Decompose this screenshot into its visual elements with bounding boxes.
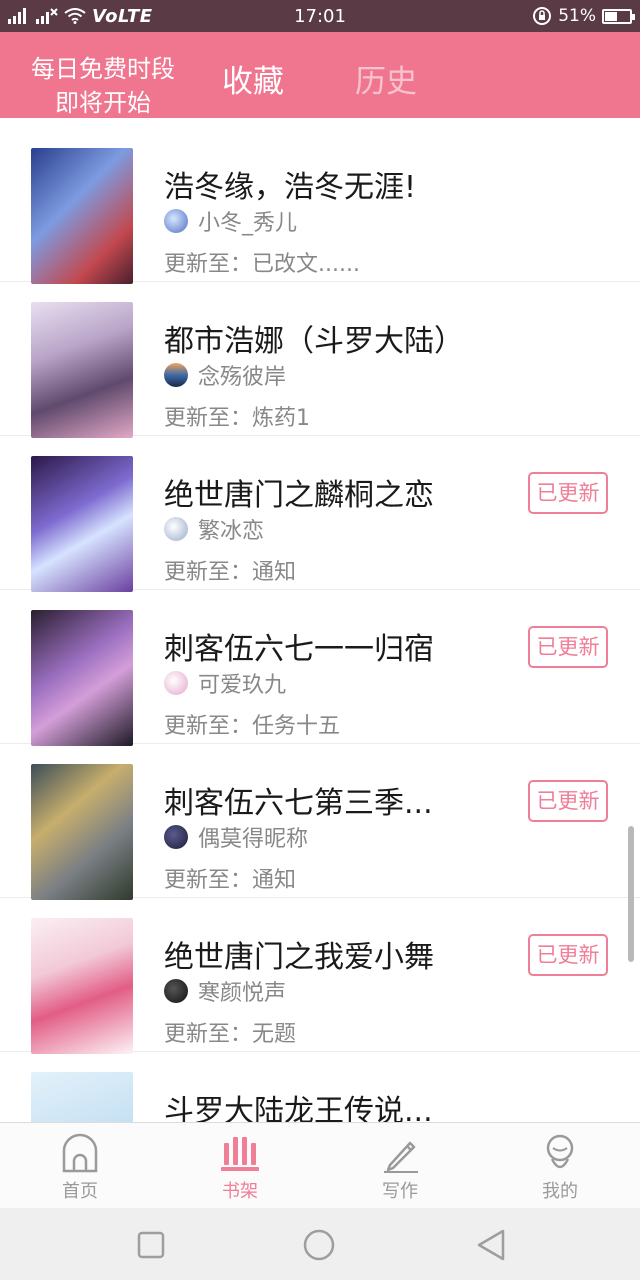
tab-bookshelf-label: 书架 xyxy=(222,1181,258,1202)
author-avatar xyxy=(164,517,188,541)
author-row: 繁冰恋 xyxy=(164,516,265,544)
updated-badge[interactable]: 已更新 xyxy=(528,626,608,668)
tab-mine-label: 我的 xyxy=(542,1181,578,1202)
nav-home-button[interactable] xyxy=(302,1228,336,1262)
latest-update: 更新至：通知 xyxy=(164,560,297,585)
tab-write[interactable]: 写作 xyxy=(320,1123,480,1209)
latest-update: 更新至：无题 xyxy=(164,1022,297,1047)
book-title: 刺客伍六七第三季... xyxy=(164,786,433,821)
book-cover xyxy=(31,1072,133,1122)
book-title: 斗罗大陆龙王传说... xyxy=(164,1094,433,1122)
tab-home[interactable]: 首页 xyxy=(0,1123,160,1209)
free-time-promo[interactable]: 每日免费时段 即将开始 xyxy=(22,52,184,120)
author-avatar xyxy=(164,209,188,233)
bottom-tab-bar: 首页 书架 写作 我的 xyxy=(0,1122,640,1208)
latest-update: 更新至：炼药1 xyxy=(164,406,310,431)
author-name: 寒颜悦声 xyxy=(198,981,287,1006)
triangle-back-icon xyxy=(477,1229,505,1261)
battery-fill xyxy=(605,11,617,21)
updated-badge[interactable]: 已更新 xyxy=(528,780,608,822)
tab-history[interactable]: 历史 xyxy=(355,56,417,101)
tab-mine[interactable]: 我的 xyxy=(480,1123,640,1209)
book-item[interactable]: 绝世唐门之麟桐之恋 繁冰恋 更新至：通知 已更新 xyxy=(0,436,640,592)
author-name: 偶莫得昵称 xyxy=(198,827,309,852)
battery-percent: 51% xyxy=(558,6,596,26)
updated-badge[interactable]: 已更新 xyxy=(528,472,608,514)
book-item[interactable]: 浩冬缘，浩冬无涯! 小冬_秀儿 更新至：已改文...... xyxy=(0,128,640,284)
author-row: 可爱玖九 xyxy=(164,670,287,698)
author-name: 念殇彼岸 xyxy=(198,365,287,390)
list-scrollbar[interactable] xyxy=(628,826,634,962)
book-item[interactable]: 都市浩娜（斗罗大陆） 念殇彼岸 更新至：炼药1 xyxy=(0,282,640,438)
book-cover xyxy=(31,918,133,1054)
book-cover xyxy=(31,610,133,746)
book-title: 浩冬缘，浩冬无涯! xyxy=(164,170,417,205)
author-row: 念殇彼岸 xyxy=(164,362,287,390)
tab-bookshelf[interactable]: 书架 xyxy=(160,1123,320,1209)
book-item[interactable]: 刺客伍六七一一归宿 可爱玖九 更新至：任务十五 已更新 xyxy=(0,590,640,746)
tab-favorites[interactable]: 收藏 xyxy=(222,56,284,101)
author-name: 可爱玖九 xyxy=(198,673,287,698)
pencil-icon xyxy=(384,1141,418,1173)
nav-back-button[interactable] xyxy=(474,1228,508,1262)
author-name: 繁冰恋 xyxy=(198,519,265,544)
latest-update: 更新至：已改文...... xyxy=(164,252,360,277)
nav-recent-button[interactable] xyxy=(134,1228,168,1262)
book-cover xyxy=(31,148,133,284)
battery-icon xyxy=(602,8,635,24)
tab-write-label: 写作 xyxy=(382,1181,418,1202)
author-avatar xyxy=(164,979,188,1003)
latest-update: 更新至：通知 xyxy=(164,868,297,893)
status-right-group: 51% xyxy=(532,5,635,27)
author-row: 小冬_秀儿 xyxy=(164,208,298,236)
tab-home-label: 首页 xyxy=(62,1181,98,1202)
updated-badge[interactable]: 已更新 xyxy=(528,934,608,976)
book-title: 绝世唐门之我爱小舞 xyxy=(164,940,434,975)
promo-line-2: 即将开始 xyxy=(55,89,151,117)
square-icon xyxy=(137,1231,165,1259)
book-item[interactable]: 斗罗大陆龙王传说... xyxy=(0,1052,640,1122)
book-title: 都市浩娜（斗罗大陆） xyxy=(164,324,464,359)
book-item[interactable]: 刺客伍六七第三季... 偶莫得昵称 更新至：通知 已更新 xyxy=(0,744,640,900)
author-avatar xyxy=(164,671,188,695)
circle-icon xyxy=(303,1229,335,1261)
book-item[interactable]: 绝世唐门之我爱小舞 寒颜悦声 更新至：无题 已更新 xyxy=(0,898,640,1054)
book-cover xyxy=(31,456,133,592)
promo-line-1: 每日免费时段 xyxy=(31,55,175,83)
author-row: 寒颜悦声 xyxy=(164,978,287,1006)
system-nav-bar xyxy=(0,1208,640,1280)
author-name: 小冬_秀儿 xyxy=(198,211,298,236)
status-bar: VoLTE 17:01 51% xyxy=(0,0,640,32)
profile-icon xyxy=(546,1134,574,1169)
bookshelf-list: 浩冬缘，浩冬无涯! 小冬_秀儿 更新至：已改文...... 都市浩娜（斗罗大陆）… xyxy=(0,118,640,1122)
latest-update: 更新至：任务十五 xyxy=(164,714,341,739)
book-title: 绝世唐门之麟桐之恋 xyxy=(164,478,434,513)
book-cover xyxy=(31,764,133,900)
author-avatar xyxy=(164,825,188,849)
rotation-lock-icon xyxy=(533,7,552,25)
book-title: 刺客伍六七一一归宿 xyxy=(164,632,434,667)
home-arch-icon xyxy=(62,1133,98,1173)
author-avatar xyxy=(164,363,188,387)
bookshelf-bars-icon xyxy=(221,1137,259,1171)
author-row: 偶莫得昵称 xyxy=(164,824,309,852)
app-header: 每日免费时段 即将开始 收藏 历史 xyxy=(0,32,640,118)
book-cover xyxy=(31,302,133,438)
